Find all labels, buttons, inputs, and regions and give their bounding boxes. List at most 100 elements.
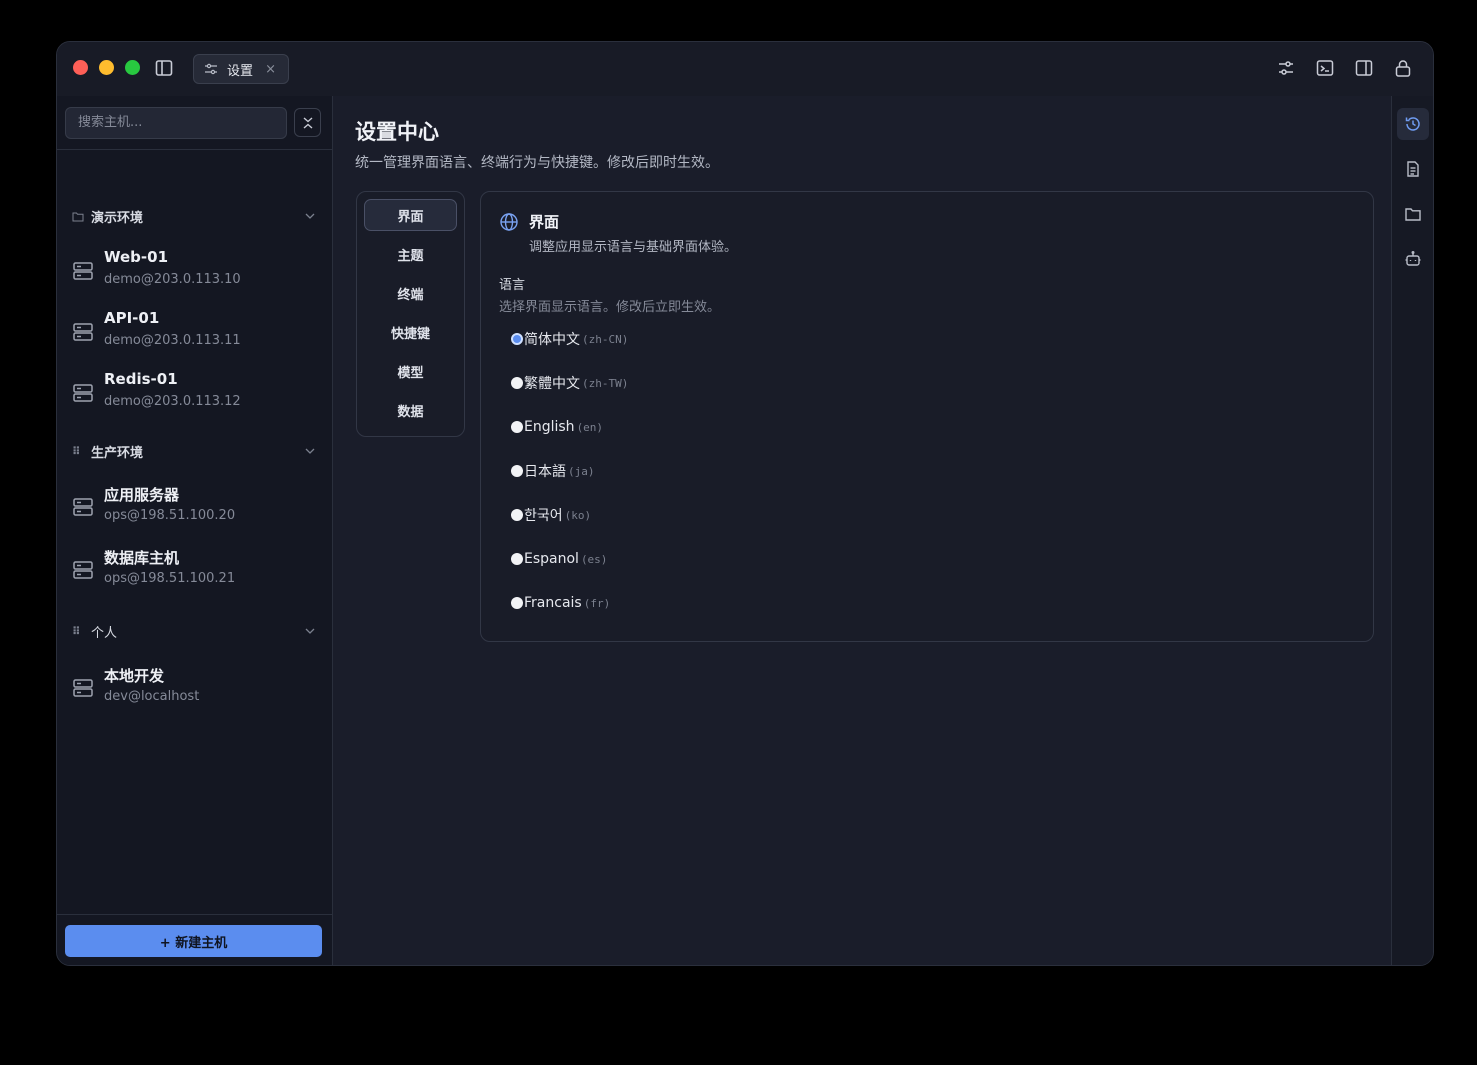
server-icon: [72, 496, 94, 518]
language-option-ko[interactable]: 한국어 (ko): [511, 505, 591, 525]
tab-data[interactable]: 数据: [364, 394, 457, 426]
sidebar-toggle-icon[interactable]: [152, 56, 176, 80]
language-option-en[interactable]: English (en): [511, 417, 603, 437]
tab-interface[interactable]: 界面: [364, 199, 457, 231]
page-subtitle: 统一管理界面语言、终端行为与快捷键。修改后即时生效。: [355, 155, 719, 171]
close-window-button[interactable]: [73, 60, 88, 75]
radio[interactable]: [511, 553, 523, 565]
option-code: (zh-TW): [582, 376, 629, 390]
option-code: (ja): [568, 464, 595, 478]
host-name: 本地开发: [104, 667, 165, 685]
tab-label: 设置: [227, 63, 254, 79]
host-sidebar: 搜索主机... 演示环境 Web-01 demo@203.0.113.10 AP…: [57, 96, 333, 965]
host-item-app-server[interactable]: 应用服务器 ops@198.51.100.20: [72, 484, 322, 528]
option-name: 한국어: [524, 508, 563, 524]
option-code: (ko): [564, 508, 592, 522]
host-address: dev@localhost: [104, 689, 200, 704]
split-panel-icon[interactable]: [1352, 56, 1376, 80]
server-icon: [72, 559, 94, 581]
language-option-zh-cn[interactable]: 简体中文 (zh-CN): [511, 329, 628, 349]
radio[interactable]: [511, 421, 523, 433]
option-code: (zh-CN): [582, 332, 629, 346]
app-window: 设置 × 搜索主机... 演示环境 Web-01 demo@203.0.113.…: [56, 41, 1434, 966]
host-item-db-host[interactable]: 数据库主机 ops@198.51.100.21: [72, 547, 322, 591]
chevron-down-icon[interactable]: [304, 627, 316, 635]
host-address: ops@198.51.100.21: [104, 571, 236, 586]
group-header-demo[interactable]: 演示环境: [72, 206, 316, 226]
chevron-down-icon[interactable]: [304, 212, 316, 220]
new-host-button[interactable]: + 新建主机: [65, 925, 322, 957]
host-item-web-01[interactable]: Web-01 demo@203.0.113.10: [72, 248, 322, 292]
folder-icon[interactable]: [1397, 198, 1429, 230]
option-name: 简体中文: [524, 332, 580, 348]
right-toolbar: [1391, 96, 1433, 965]
tab-models[interactable]: 模型: [364, 355, 457, 387]
language-option-fr[interactable]: Francais (fr): [511, 593, 610, 613]
host-item-redis-01[interactable]: Redis-01 demo@203.0.113.12: [72, 370, 322, 414]
host-name: 数据库主机: [104, 549, 180, 567]
host-item-api-01[interactable]: API-01 demo@203.0.113.11: [72, 309, 322, 353]
host-address: ops@198.51.100.20: [104, 508, 236, 523]
divider: [57, 149, 332, 150]
group-label: 生产环境: [91, 445, 144, 461]
panel-description: 调整应用显示语言与基础界面体验。: [529, 240, 738, 255]
terminal-icon[interactable]: [1313, 56, 1337, 80]
collapse-icon: [302, 116, 314, 130]
server-icon: [72, 677, 94, 699]
radio[interactable]: [511, 377, 523, 389]
settings-nav: 界面 主题 终端 快捷键 模型 数据: [356, 191, 465, 437]
interface-settings-panel: 界面 调整应用显示语言与基础界面体验。 语言 选择界面显示语言。修改后立即生效。…: [480, 191, 1374, 642]
server-icon: [72, 382, 94, 404]
radio[interactable]: [511, 509, 523, 521]
language-label: 语言: [499, 278, 526, 293]
collapse-all-button[interactable]: [294, 108, 321, 137]
drag-handle-icon[interactable]: ⠿: [72, 445, 86, 458]
radio[interactable]: [511, 597, 523, 609]
option-name: English: [524, 419, 575, 435]
history-icon[interactable]: [1397, 108, 1429, 140]
lock-icon[interactable]: [1391, 56, 1415, 80]
language-option-zh-tw[interactable]: 繁體中文 (zh-TW): [511, 373, 628, 393]
group-header-personal[interactable]: ⠿ 个人: [72, 621, 316, 641]
group-label: 演示环境: [91, 210, 144, 226]
language-option-ja[interactable]: 日本語 (ja): [511, 461, 595, 481]
panel-title: 界面: [529, 213, 560, 231]
tab-close-icon[interactable]: ×: [265, 62, 276, 77]
host-name: Redis-01: [104, 370, 178, 388]
tab-theme[interactable]: 主题: [364, 238, 457, 270]
language-option-es[interactable]: Espanol (es): [511, 549, 607, 569]
host-item-local-dev[interactable]: 本地开发 dev@localhost: [72, 665, 322, 709]
chevron-down-icon[interactable]: [304, 447, 316, 455]
sliders-icon[interactable]: [1274, 56, 1298, 80]
tab-settings[interactable]: 设置 ×: [193, 54, 289, 84]
divider: [57, 914, 332, 915]
sliders-icon: [204, 62, 218, 76]
document-icon[interactable]: [1397, 153, 1429, 185]
title-bar: 设置 ×: [57, 42, 1433, 97]
language-hint: 选择界面显示语言。修改后立即生效。: [499, 300, 721, 315]
server-icon: [72, 260, 94, 282]
globe-icon: [499, 212, 519, 232]
settings-main: 设置中心 统一管理界面语言、终端行为与快捷键。修改后即时生效。 界面 主题 终端…: [333, 96, 1393, 965]
radio[interactable]: [511, 465, 523, 477]
drag-handle-icon[interactable]: ⠿: [72, 625, 86, 638]
option-name: Espanol: [524, 551, 579, 567]
option-name: Francais: [524, 595, 582, 611]
radio-selected[interactable]: [511, 333, 523, 345]
robot-icon[interactable]: [1397, 243, 1429, 275]
page-title: 设置中心: [355, 120, 439, 144]
folder-icon: [72, 211, 86, 222]
search-input[interactable]: 搜索主机...: [65, 107, 287, 139]
option-code: (fr): [583, 596, 611, 610]
server-icon: [72, 321, 94, 343]
maximize-window-button[interactable]: [125, 60, 140, 75]
group-header-production[interactable]: ⠿ 生产环境: [72, 441, 316, 461]
option-code: (en): [576, 420, 604, 434]
host-address: demo@203.0.113.10: [104, 272, 241, 287]
host-address: demo@203.0.113.11: [104, 333, 241, 348]
tab-shortcuts[interactable]: 快捷键: [364, 316, 457, 348]
minimize-window-button[interactable]: [99, 60, 114, 75]
option-code: (es): [580, 552, 608, 566]
host-name: Web-01: [104, 248, 169, 266]
tab-terminal[interactable]: 终端: [364, 277, 457, 309]
